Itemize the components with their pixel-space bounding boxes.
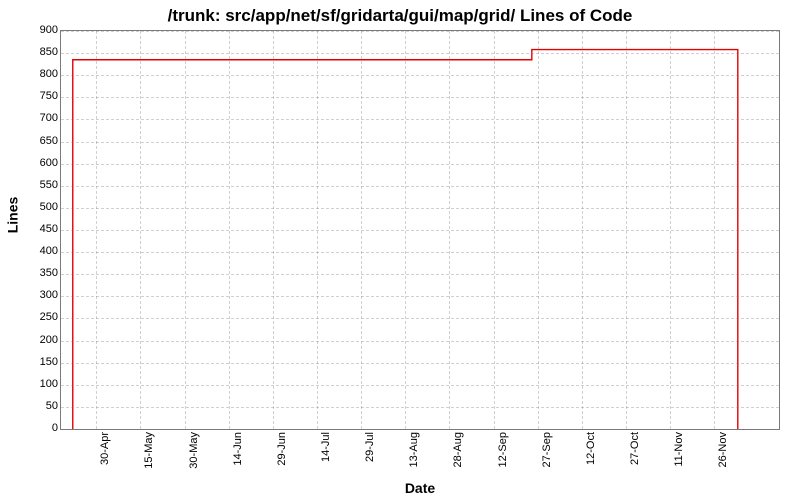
grid-line-h xyxy=(61,119,779,120)
x-tick-label: 11-Nov xyxy=(673,432,685,482)
y-tick-label: 400 xyxy=(22,245,58,257)
grid-line-h xyxy=(61,164,779,165)
y-tick-label: 200 xyxy=(22,334,58,346)
x-axis-label: Date xyxy=(60,480,780,496)
y-tick-label: 300 xyxy=(22,289,58,301)
y-tick-label: 100 xyxy=(22,378,58,390)
grid-line-h xyxy=(61,318,779,319)
x-tick-label: 27-Oct xyxy=(629,432,641,482)
grid-line-v xyxy=(626,31,627,429)
grid-line-v xyxy=(317,31,318,429)
y-tick-label: 450 xyxy=(22,223,58,235)
y-tick-label: 900 xyxy=(22,24,58,36)
x-tick-label: 30-Apr xyxy=(99,432,111,482)
grid-line-h xyxy=(61,208,779,209)
grid-line-h xyxy=(61,230,779,231)
grid-line-v xyxy=(273,31,274,429)
grid-line-v xyxy=(229,31,230,429)
y-tick-label: 600 xyxy=(22,157,58,169)
grid-line-h xyxy=(61,75,779,76)
grid-line-h xyxy=(61,429,779,430)
grid-line-v xyxy=(96,31,97,429)
grid-line-h xyxy=(61,97,779,98)
x-tick-label: 12-Oct xyxy=(585,432,597,482)
y-tick-label: 150 xyxy=(22,356,58,368)
x-tick-label: 26-Nov xyxy=(717,432,729,482)
grid-line-v xyxy=(185,31,186,429)
grid-line-v xyxy=(538,31,539,429)
grid-line-h xyxy=(61,252,779,253)
y-tick-label: 0 xyxy=(22,422,58,434)
grid-line-v xyxy=(449,31,450,429)
grid-line-h xyxy=(61,341,779,342)
grid-line-v xyxy=(582,31,583,429)
grid-line-v xyxy=(405,31,406,429)
grid-line-h xyxy=(61,407,779,408)
y-tick-label: 350 xyxy=(22,267,58,279)
grid-line-v xyxy=(494,31,495,429)
x-tick-label: 29-Jun xyxy=(276,432,288,482)
y-tick-label: 500 xyxy=(22,201,58,213)
grid-line-v xyxy=(714,31,715,429)
x-tick-label: 13-Aug xyxy=(408,432,420,482)
grid-line-h xyxy=(61,53,779,54)
y-tick-label: 750 xyxy=(22,90,58,102)
grid-line-v xyxy=(361,31,362,429)
grid-line-h xyxy=(61,186,779,187)
x-tick-label: 30-May xyxy=(188,432,200,482)
grid-line-h xyxy=(61,274,779,275)
grid-line-h xyxy=(61,363,779,364)
x-tick-label: 29-Jul xyxy=(364,432,376,482)
y-axis-label: Lines xyxy=(2,0,22,430)
plot-area xyxy=(60,30,780,430)
x-tick-label: 14-Jul xyxy=(320,432,332,482)
chart-title: /trunk: src/app/net/sf/gridarta/gui/map/… xyxy=(0,6,800,26)
grid-line-h xyxy=(61,296,779,297)
grid-line-v xyxy=(140,31,141,429)
chart-container: /trunk: src/app/net/sf/gridarta/gui/map/… xyxy=(0,0,800,500)
x-tick-label: 27-Sep xyxy=(541,432,553,482)
y-tick-label: 250 xyxy=(22,311,58,323)
grid-line-h xyxy=(61,142,779,143)
grid-line-h xyxy=(61,31,779,32)
y-tick-label: 50 xyxy=(22,400,58,412)
x-tick-label: 28-Aug xyxy=(452,432,464,482)
y-tick-label: 700 xyxy=(22,112,58,124)
x-tick-label: 14-Jun xyxy=(232,432,244,482)
x-tick-label: 15-May xyxy=(143,432,155,482)
x-tick-label: 12-Sep xyxy=(497,432,509,482)
y-tick-label: 850 xyxy=(22,46,58,58)
grid-line-v xyxy=(670,31,671,429)
y-tick-label: 800 xyxy=(22,68,58,80)
y-tick-label: 650 xyxy=(22,135,58,147)
y-tick-label: 550 xyxy=(22,179,58,191)
grid-line-h xyxy=(61,385,779,386)
